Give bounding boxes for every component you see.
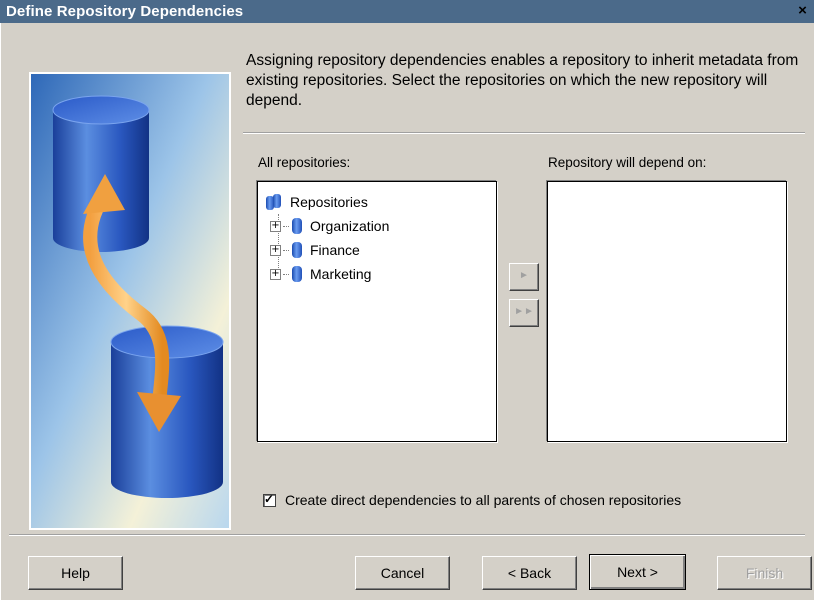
depend-on-label: Repository will depend on:: [548, 155, 707, 170]
tree-item-organization[interactable]: + Organization: [266, 214, 389, 238]
depend-on-list[interactable]: [547, 181, 787, 442]
next-button[interactable]: Next >: [589, 554, 686, 590]
repository-tree: Repositories + Organization + Finance + …: [266, 190, 389, 286]
help-button[interactable]: Help: [28, 556, 123, 590]
tree-item-marketing[interactable]: + Marketing: [266, 262, 389, 286]
description-text: Assigning repository dependencies enable…: [246, 52, 799, 109]
all-repositories-label: All repositories:: [258, 155, 351, 170]
repository-icon: [292, 218, 302, 234]
expand-icon[interactable]: +: [270, 244, 281, 256]
cancel-button[interactable]: Cancel: [355, 556, 450, 590]
all-repositories-tree[interactable]: Repositories + Organization + Finance + …: [257, 181, 497, 442]
tree-root-label: Repositories: [290, 194, 368, 210]
tree-root-row[interactable]: Repositories: [266, 190, 389, 214]
expand-icon[interactable]: +: [270, 220, 281, 232]
cylinders-arrow-icon: [31, 74, 229, 528]
repositories-icon: [266, 193, 284, 211]
repository-icon: [292, 242, 302, 258]
tree-item-label: Organization: [310, 218, 390, 234]
bottom-divider: [9, 534, 805, 536]
tree-item-label: Marketing: [310, 266, 372, 282]
add-selected-button[interactable]: ►: [509, 263, 539, 291]
title-bar: Define Repository Dependencies ×: [0, 0, 814, 23]
expand-icon[interactable]: +: [270, 268, 281, 280]
checkmark-icon: ✓: [264, 491, 275, 506]
back-button[interactable]: < Back: [482, 556, 577, 590]
finish-button[interactable]: Finish: [717, 556, 812, 590]
tree-branch-line: [283, 273, 289, 275]
dialog-body: Assigning repository dependencies enable…: [0, 23, 814, 600]
direct-dependencies-label: Create direct dependencies to all parent…: [285, 492, 682, 508]
close-icon[interactable]: ×: [795, 2, 810, 19]
window-title: Define Repository Dependencies: [6, 3, 244, 20]
direct-dependencies-checkbox[interactable]: ✓: [263, 491, 276, 507]
direct-dependencies-option[interactable]: ✓ Create direct dependencies to all pare…: [263, 492, 681, 508]
tree-branch-line: [283, 249, 289, 251]
top-divider: [243, 132, 805, 134]
repository-illustration: [29, 72, 231, 530]
add-all-button[interactable]: ►►: [509, 299, 539, 327]
tree-branch-line: [283, 225, 289, 227]
tree-item-finance[interactable]: + Finance: [266, 238, 389, 262]
tree-item-label: Finance: [310, 242, 360, 258]
repository-icon: [292, 266, 302, 282]
